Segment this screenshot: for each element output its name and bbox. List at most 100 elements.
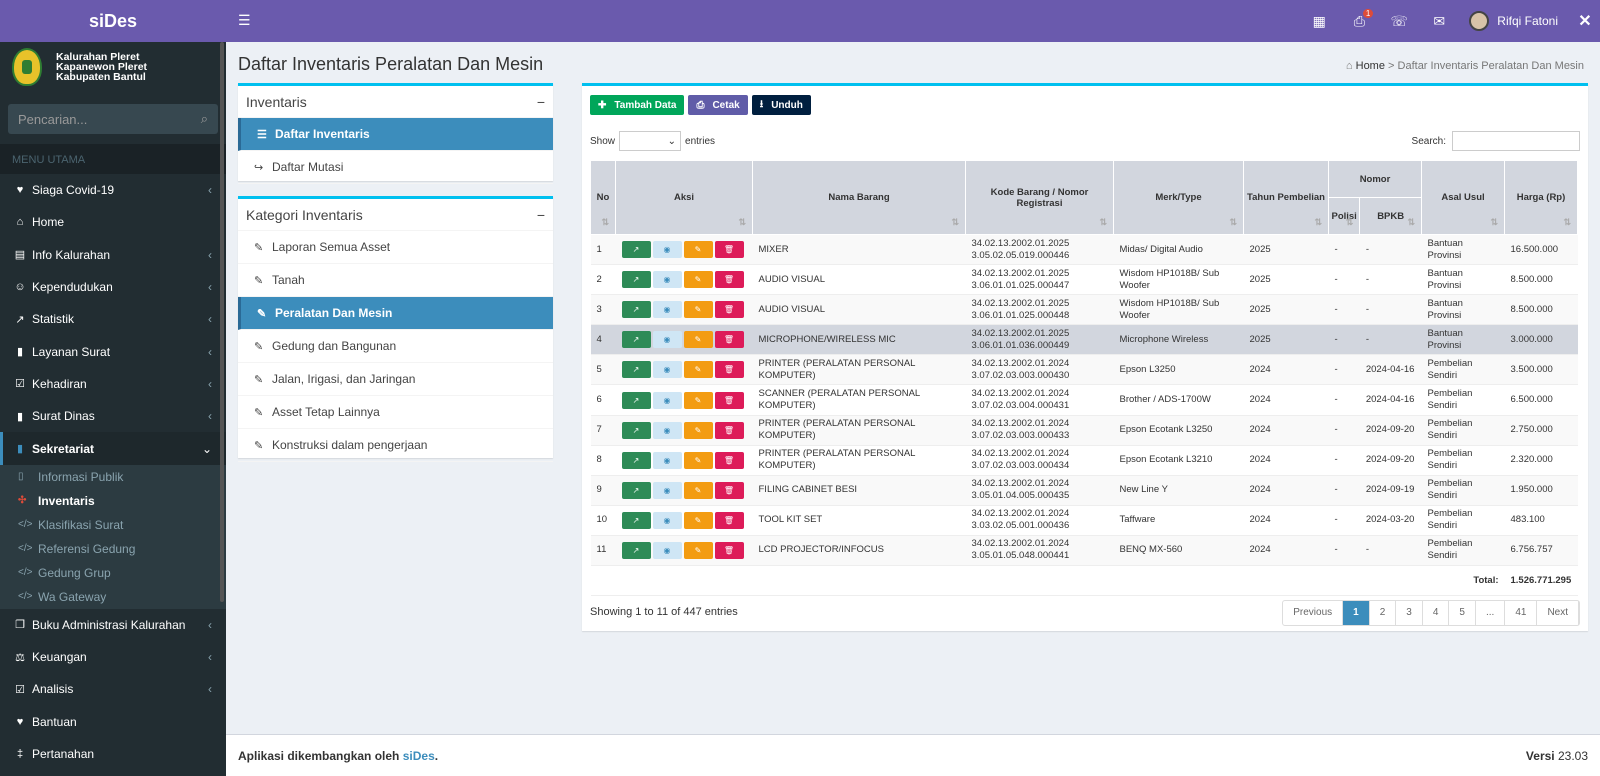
col-nama[interactable]: Nama Barang ⇅ [752, 160, 966, 235]
table-search-input[interactable] [1452, 131, 1580, 151]
view-button[interactable]: ◉ [652, 241, 682, 259]
printer-icon[interactable]: ⎙ 1 [1339, 8, 1379, 30]
col-tahun[interactable]: Tahun Pembelian ⇅ [1243, 160, 1329, 235]
nav-item-daftar-mutasi[interactable]: ↪ Daftar Mutasi [238, 151, 553, 184]
edit-location-button[interactable]: ↗ [621, 331, 651, 349]
page-previous[interactable]: Previous [1283, 601, 1344, 625]
sidebar-scrollbar[interactable] [220, 42, 224, 602]
edit-location-button[interactable]: ↗ [621, 391, 651, 409]
sidebar-item-surat-dinas[interactable]: ▮ Surat Dinas ‹ [0, 400, 226, 432]
page-41[interactable]: 41 [1505, 601, 1538, 625]
page-1[interactable]: 1 [1343, 601, 1370, 625]
view-button[interactable]: ◉ [652, 271, 682, 289]
add-data-button[interactable]: ✚ Tambah Data [590, 95, 685, 115]
sidebar-item-buku-administrasi-kalurahan[interactable]: ❐ Buku Administrasi Kalurahan ‹ [0, 609, 226, 641]
nav-item-jalan-irigasi-dan-jaringan[interactable]: ✎ Jalan, Irigasi, dan Jaringan [238, 363, 553, 396]
col-merk[interactable]: Merk/Type ⇅ [1113, 160, 1244, 235]
edit-button[interactable]: ✎ [683, 391, 713, 409]
sidebar-item-kehadiran[interactable]: ☑ Kehadiran ‹ [0, 368, 226, 400]
edit-button[interactable]: ✎ [683, 301, 713, 319]
edit-button[interactable]: ✎ [683, 361, 713, 379]
sidebar-item-kependudukan[interactable]: ☺ Kependudukan ‹ [0, 271, 226, 303]
search-icon[interactable]: ⌕ [201, 111, 208, 127]
sidebar-item-siaga-covid-19[interactable]: ♥ Siaga Covid-19 ‹ [0, 174, 226, 206]
submenu-item-gedung-grup[interactable]: </> Gedung Grup [0, 561, 226, 585]
nav-item-tanah[interactable]: ✎ Tanah [238, 264, 553, 297]
delete-button[interactable]: 🗑 [714, 451, 744, 469]
nav-item-peralatan-dan-mesin[interactable]: ✎ Peralatan Dan Mesin [238, 297, 553, 330]
search-input[interactable]: Pencarian... [18, 112, 87, 127]
envelope-icon[interactable]: ✉ [1419, 13, 1459, 30]
view-button[interactable]: ◉ [652, 301, 682, 319]
nav-item-daftar-inventaris[interactable]: ☰ Daftar Inventaris [238, 118, 553, 151]
edit-location-button[interactable]: ↗ [621, 271, 651, 289]
col-bpkb[interactable]: BPKB ⇅ [1359, 197, 1422, 235]
footer-link[interactable]: siDes [403, 749, 435, 763]
close-icon[interactable]: ✕ [1570, 11, 1600, 31]
delete-button[interactable]: 🗑 [714, 541, 744, 559]
delete-button[interactable]: 🗑 [714, 481, 744, 499]
edit-button[interactable]: ✎ [683, 241, 713, 259]
edit-button[interactable]: ✎ [683, 511, 713, 529]
edit-button[interactable]: ✎ [683, 421, 713, 439]
view-button[interactable]: ◉ [652, 361, 682, 379]
col-harga[interactable]: Harga (Rp) ⇅ [1504, 160, 1578, 235]
sidebar-search[interactable]: Pencarian... ⌕ [8, 104, 218, 134]
edit-button[interactable]: ✎ [683, 271, 713, 289]
delete-button[interactable]: 🗑 [714, 301, 744, 319]
edit-location-button[interactable]: ↗ [621, 301, 651, 319]
view-button[interactable]: ◉ [652, 481, 682, 499]
edit-location-button[interactable]: ↗ [621, 421, 651, 439]
print-button[interactable]: ⎙ Cetak [688, 95, 748, 115]
sidebar-item-bantuan[interactable]: ♥ Bantuan [0, 706, 226, 738]
view-button[interactable]: ◉ [652, 421, 682, 439]
sidebar-item-pertanahan[interactable]: ‡ Pertanahan [0, 738, 226, 770]
delete-button[interactable]: 🗑 [714, 331, 744, 349]
sidebar-item-analisis[interactable]: ☑ Analisis ‹ [0, 673, 226, 705]
submenu-item-klasifikasi-surat[interactable]: </> Klasifikasi Surat [0, 513, 226, 537]
sidebar-item-statistik[interactable]: ↗ Statistik ‹ [0, 303, 226, 335]
submenu-item-referensi-gedung[interactable]: </> Referensi Gedung [0, 537, 226, 561]
page-5[interactable]: 5 [1449, 601, 1476, 625]
view-button[interactable]: ◉ [652, 451, 682, 469]
sidebar-item-keuangan[interactable]: ⚖ Keuangan ‹ [0, 641, 226, 673]
view-button[interactable]: ◉ [652, 511, 682, 529]
col-asal[interactable]: Asal Usul ⇅ [1421, 160, 1505, 235]
view-button[interactable]: ◉ [652, 541, 682, 559]
view-button[interactable]: ◉ [652, 331, 682, 349]
collapse-icon[interactable]: − [537, 94, 545, 110]
nav-item-gedung-dan-bangunan[interactable]: ✎ Gedung dan Bangunan [238, 330, 553, 363]
col-no[interactable]: No ⇅ [590, 160, 616, 235]
page-2[interactable]: 2 [1370, 601, 1397, 625]
edit-button[interactable]: ✎ [683, 451, 713, 469]
submenu-item-inventaris[interactable]: ✣ Inventaris [0, 489, 226, 513]
edit-location-button[interactable]: ↗ [621, 361, 651, 379]
nav-item-laporan-semua-asset[interactable]: ✎ Laporan Semua Asset [238, 231, 553, 264]
page-next[interactable]: Next [1537, 601, 1579, 625]
delete-button[interactable]: 🗑 [714, 511, 744, 529]
comments-icon[interactable]: ☏ [1379, 13, 1419, 30]
edit-location-button[interactable]: ↗ [621, 511, 651, 529]
sidebar-item-home[interactable]: ⌂ Home [0, 206, 226, 238]
delete-button[interactable]: 🗑 [714, 271, 744, 289]
nav-item-asset-tetap-lainnya[interactable]: ✎ Asset Tetap Lainnya [238, 396, 553, 429]
delete-button[interactable]: 🗑 [714, 391, 744, 409]
download-button[interactable]: ⭳ Unduh [751, 95, 811, 115]
edit-button[interactable]: ✎ [683, 481, 713, 499]
entries-select[interactable]: ⌄ [619, 131, 682, 151]
sidebar-item-layanan-surat[interactable]: ▮ Layanan Surat ‹ [0, 335, 226, 367]
edit-location-button[interactable]: ↗ [621, 241, 651, 259]
col-kode[interactable]: Kode Barang / Nomor Registrasi ⇅ [965, 160, 1114, 235]
edit-location-button[interactable]: ↗ [621, 541, 651, 559]
sidebar-item-sekretariat[interactable]: ▮ Sekretariat ⌄ [0, 432, 226, 465]
nav-item-konstruksi-dalam-pengerjaan[interactable]: ✎ Konstruksi dalam pengerjaan [238, 429, 553, 462]
submenu-item-informasi-publik[interactable]: ▯ Informasi Publik [0, 465, 226, 489]
menu-toggle-icon[interactable]: ☰ [238, 12, 251, 29]
view-button[interactable]: ◉ [652, 391, 682, 409]
delete-button[interactable]: 🗑 [714, 361, 744, 379]
edit-location-button[interactable]: ↗ [621, 451, 651, 469]
edit-button[interactable]: ✎ [683, 541, 713, 559]
submenu-item-wa-gateway[interactable]: </> Wa Gateway [0, 585, 226, 609]
user-menu[interactable]: Rifqi Fatoni [1469, 11, 1558, 31]
calendar-icon[interactable]: ▦ [1299, 13, 1339, 30]
